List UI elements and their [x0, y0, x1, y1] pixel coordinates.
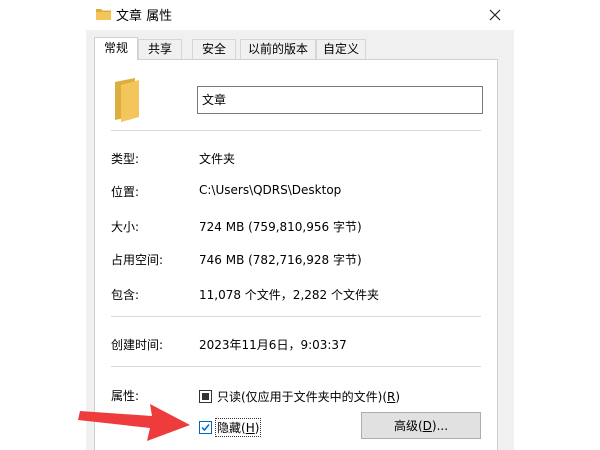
- separator: [111, 130, 481, 131]
- tab-sharing[interactable]: 共享: [138, 39, 182, 59]
- large-folder-icon: [113, 76, 139, 125]
- separator: [111, 316, 481, 317]
- tab-previous-versions[interactable]: 以前的版本: [240, 39, 316, 59]
- tab-general[interactable]: 常规: [94, 37, 138, 60]
- disk-size-value: 746 MB (782,716,928 字节): [199, 253, 362, 267]
- properties-dialog: 文章 属性 常规 共享 安全 以前的版本 自定义 文章 类型: 文件夹 位置: …: [86, 0, 514, 450]
- size-label: 大小:: [111, 220, 140, 234]
- contains-label: 包含:: [111, 288, 140, 302]
- general-panel: 文章 类型: 文件夹 位置: C:\Users\QDRS\Desktop 大小:…: [94, 59, 498, 450]
- tab-security[interactable]: 安全: [192, 39, 236, 59]
- tab-customize[interactable]: 自定义: [316, 39, 366, 59]
- contains-value: 11,078 个文件，2,282 个文件夹: [199, 288, 379, 302]
- close-icon: [489, 9, 501, 21]
- close-button[interactable]: [476, 0, 514, 30]
- check-icon: [201, 424, 210, 432]
- readonly-label[interactable]: 只读(仅应用于文件夹中的文件)(R): [217, 388, 400, 405]
- location-value: C:\Users\QDRS\Desktop: [199, 183, 342, 197]
- created-value: 2023年11月6日，9:03:37: [199, 338, 347, 352]
- location-label: 位置:: [111, 185, 140, 199]
- type-label: 类型:: [111, 152, 140, 166]
- attributes-label: 属性:: [111, 389, 140, 403]
- folder-name-input[interactable]: 文章: [197, 86, 483, 114]
- window-title: 文章 属性: [116, 9, 173, 24]
- disk-size-label: 占用空间:: [111, 253, 164, 267]
- created-label: 创建时间:: [111, 338, 164, 352]
- title-bar: 文章 属性: [86, 0, 514, 30]
- advanced-button[interactable]: 高级(D)...: [361, 412, 481, 439]
- background-right: [514, 0, 600, 450]
- hidden-label[interactable]: 隐藏(H): [215, 418, 262, 437]
- background-left: [0, 0, 86, 450]
- size-value: 724 MB (759,810,956 字节): [199, 220, 362, 234]
- separator: [111, 366, 481, 367]
- type-value: 文件夹: [199, 152, 236, 166]
- folder-icon: [96, 7, 111, 23]
- readonly-checkbox[interactable]: [199, 390, 212, 403]
- hidden-checkbox[interactable]: [199, 421, 212, 434]
